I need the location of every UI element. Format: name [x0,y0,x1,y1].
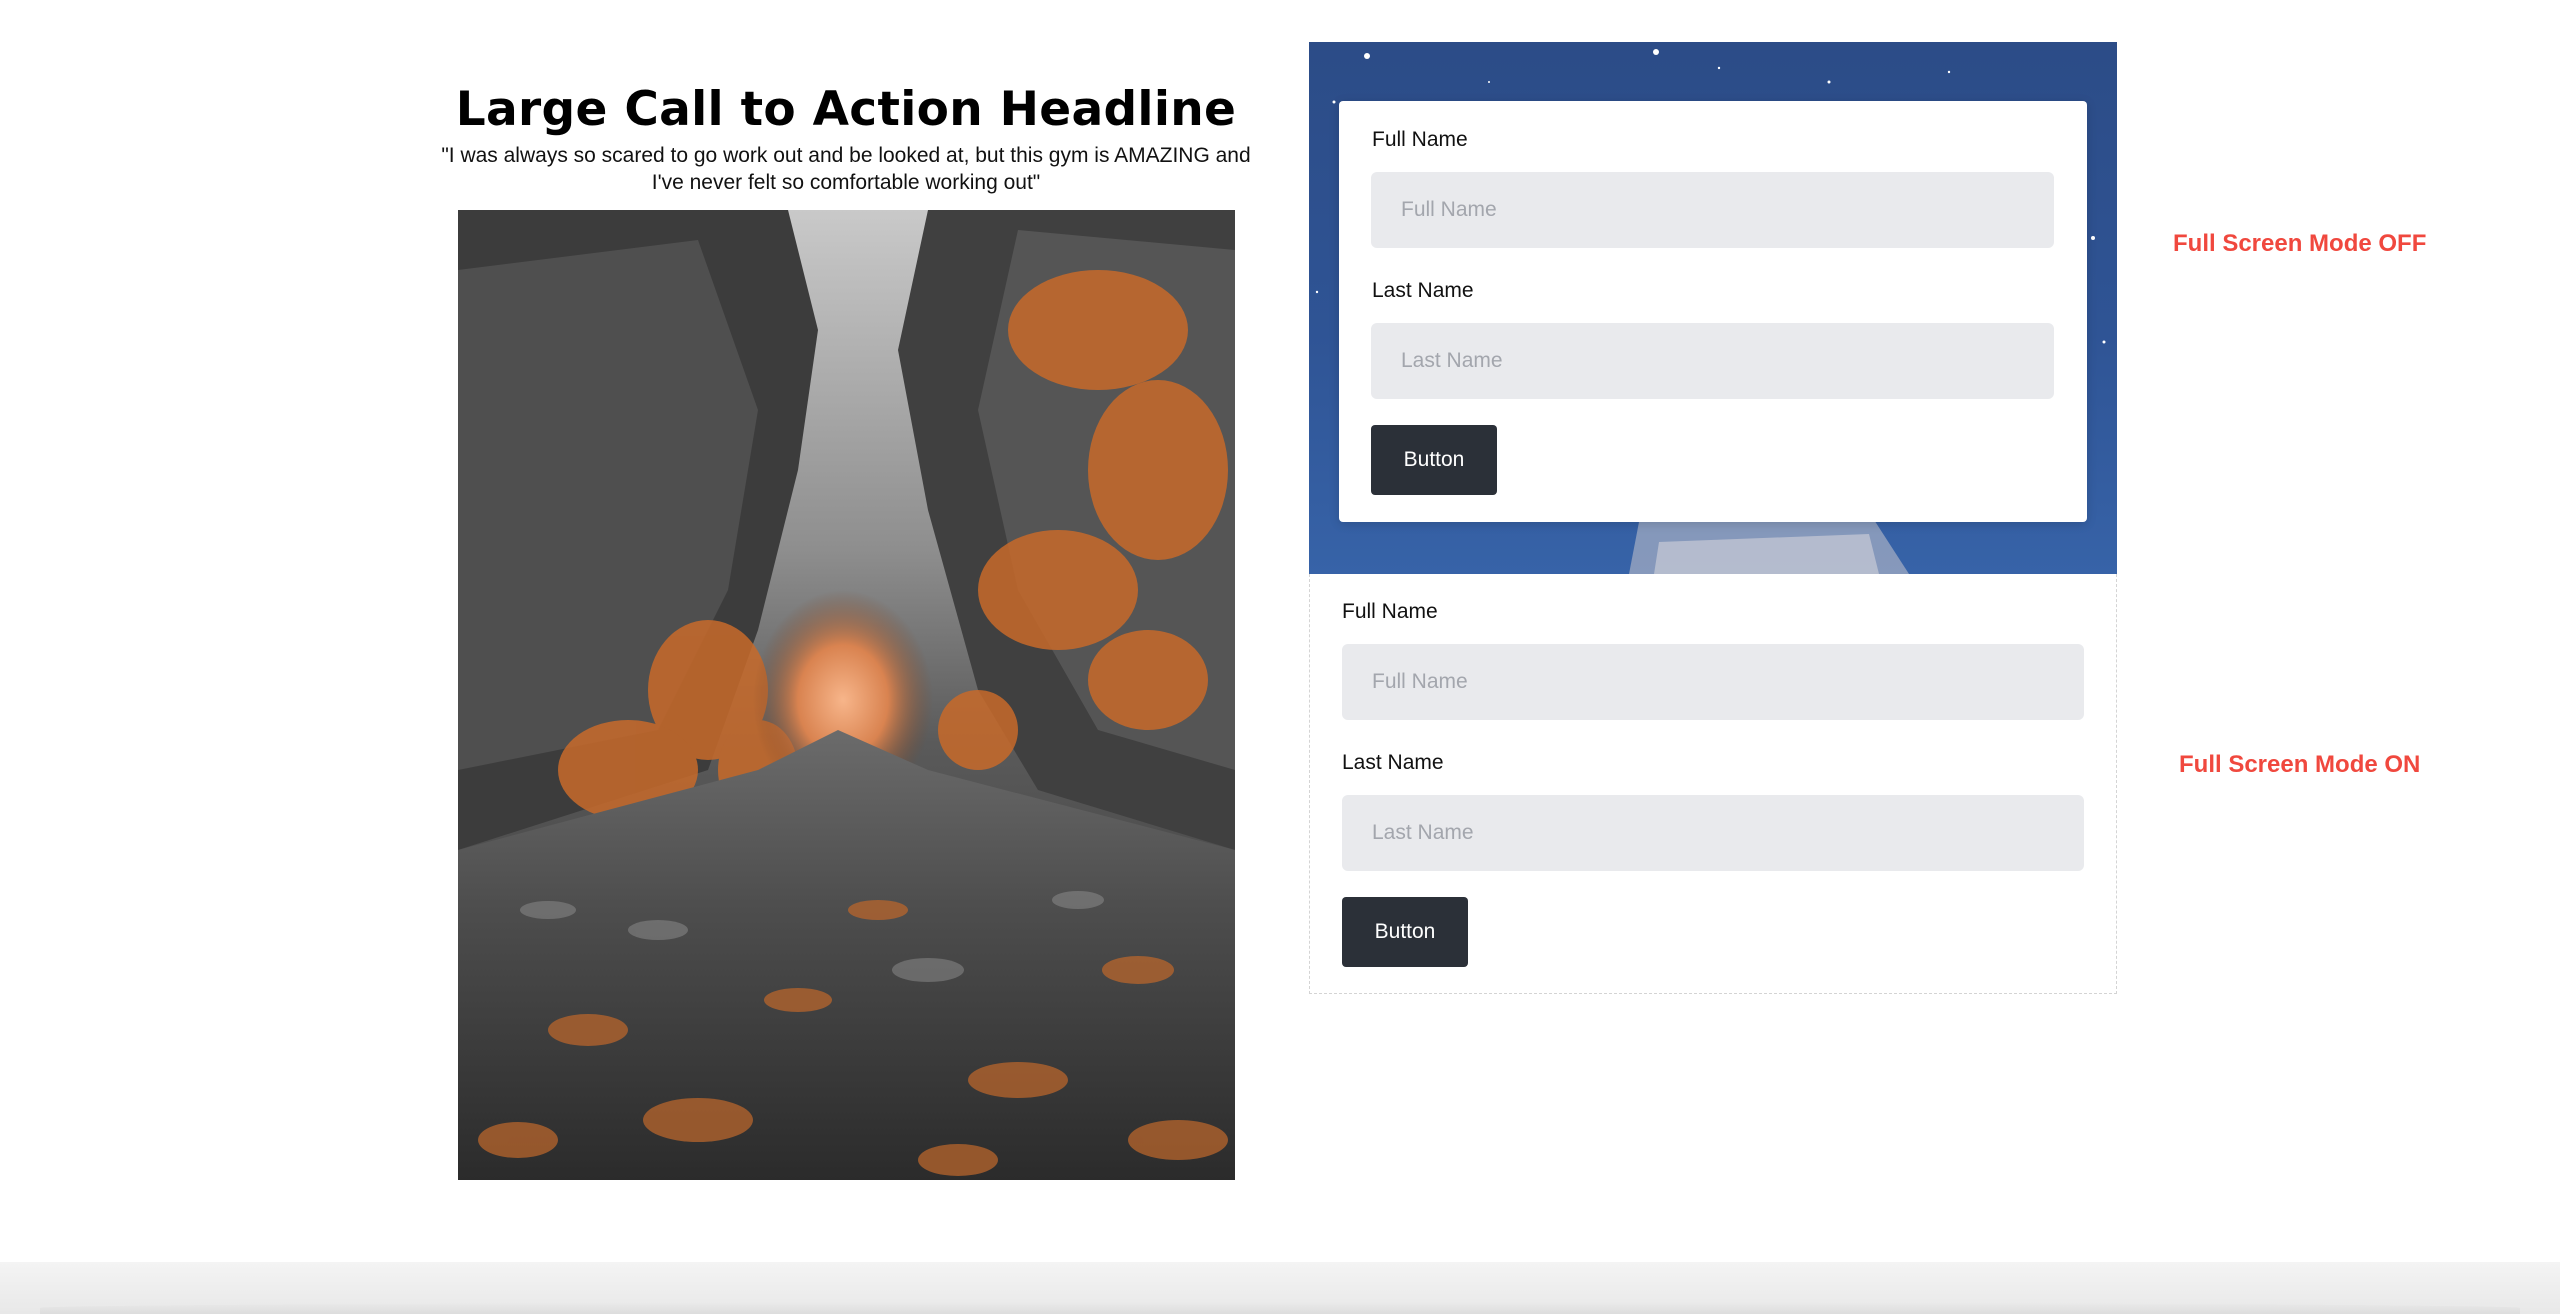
autumn-forest-path-image [458,210,1235,1180]
last-name-input[interactable] [1342,795,2084,871]
submit-button[interactable]: Button [1342,897,1468,967]
full-name-input[interactable] [1342,644,2084,720]
fullscreen-off-label: Full Screen Mode OFF [2173,230,2427,257]
hero-headline: Large Call to Action Headline [455,82,1237,137]
full-name-label: Full Name [1342,600,1438,623]
hero-testimonial-quote: "I was always so scared to go work out a… [441,144,1251,194]
fullscreen-on-label: Full Screen Mode ON [2179,751,2421,778]
last-name-label: Last Name [1372,279,1474,302]
page: Large Call to Action Headline "I was alw… [0,0,2560,1314]
bottom-bar [0,1262,2560,1314]
submit-button[interactable]: Button [1371,425,1497,495]
full-name-input[interactable] [1371,172,2054,248]
full-name-label: Full Name [1372,128,1468,151]
last-name-label: Last Name [1342,751,1444,774]
hero-image [458,210,1235,1180]
last-name-input[interactable] [1371,323,2054,399]
